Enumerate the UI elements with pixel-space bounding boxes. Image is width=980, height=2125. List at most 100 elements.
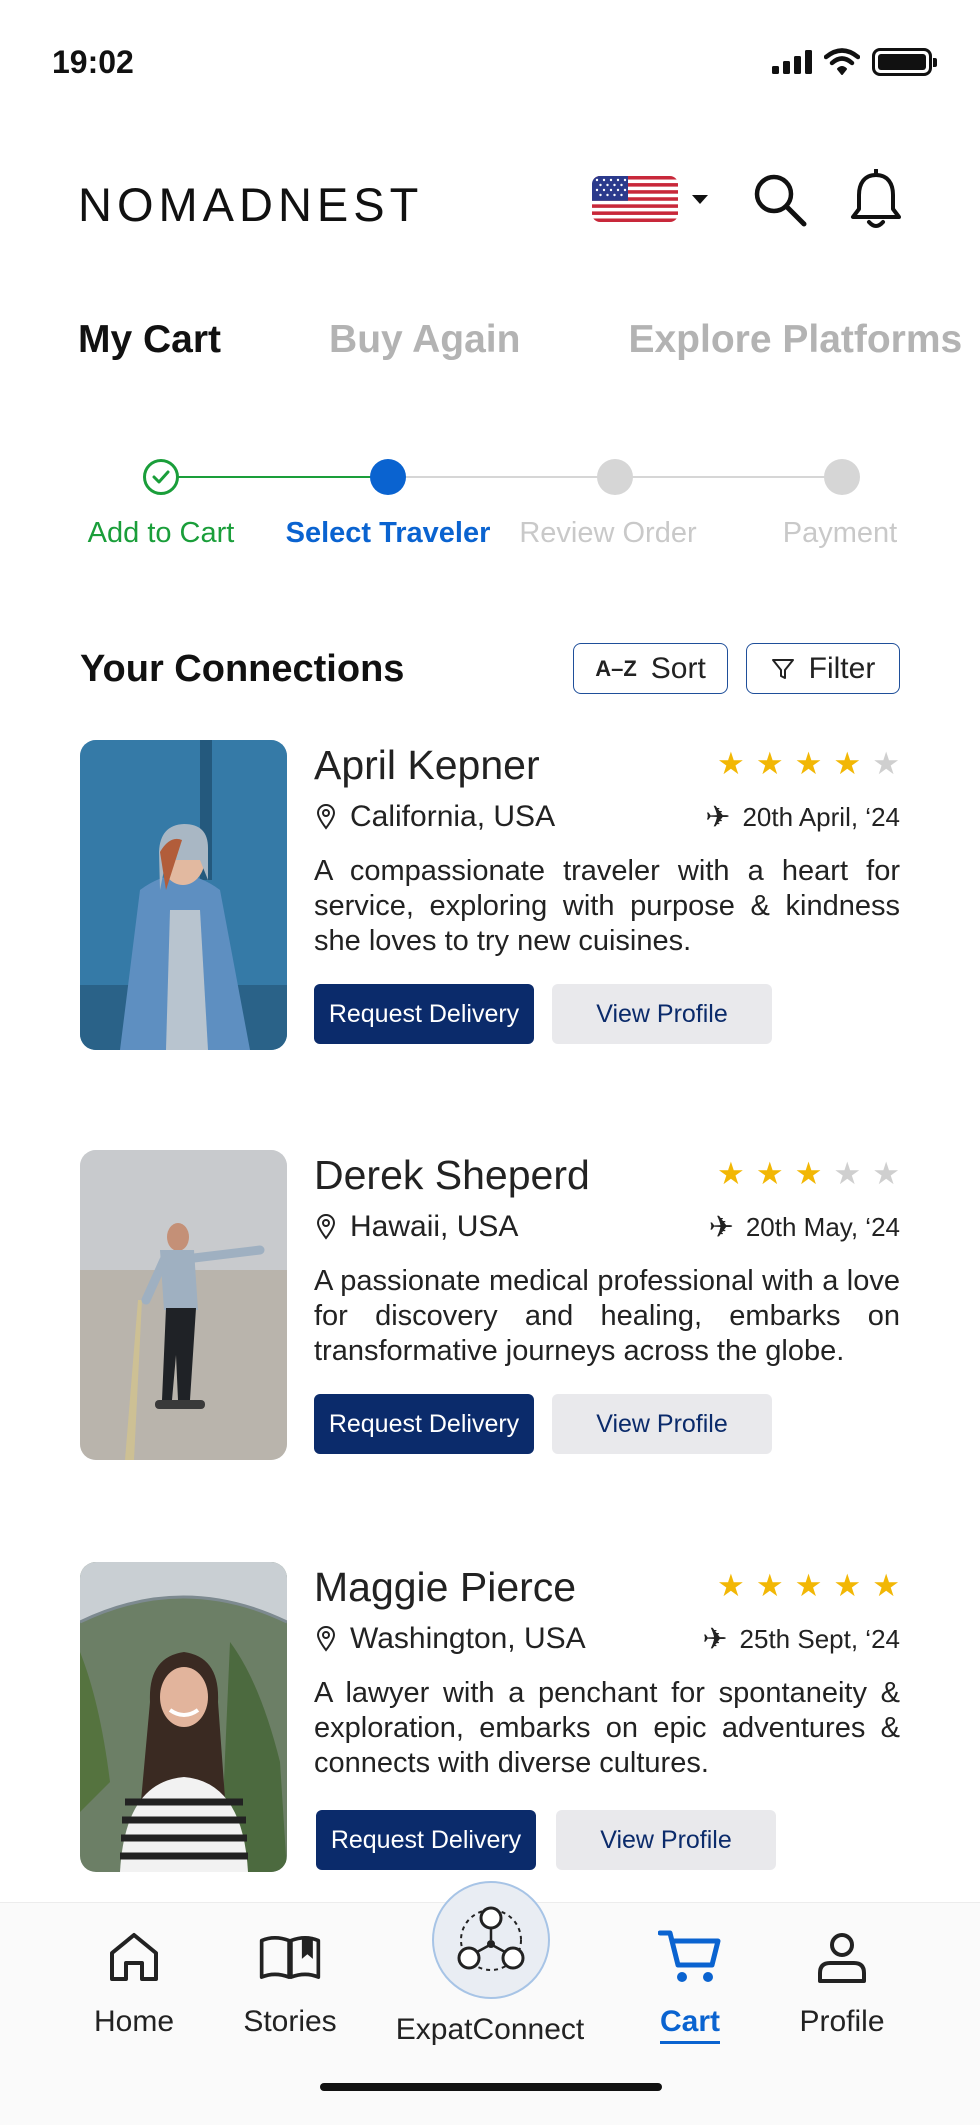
- tab-my-cart[interactable]: My Cart: [78, 318, 221, 372]
- nav-label-expatconnect[interactable]: ExpatConnect: [390, 2013, 590, 2047]
- view-profile-button[interactable]: View Profile: [552, 1394, 772, 1454]
- star-icon: ★: [872, 1156, 900, 1191]
- traveler-description: A lawyer with a penchant for spontaneity…: [314, 1677, 900, 1779]
- traveler-card: Derek Sheperd ★ ★ ★ ★ ★ Hawaii, USA ✈ 20…: [80, 1150, 900, 1460]
- step-label-select-traveler: Select Traveler: [285, 517, 491, 549]
- bottom-navigation: Home Stories ExpatConnect Cart Profile: [0, 1881, 980, 2125]
- star-icon: ★: [717, 1568, 745, 1603]
- traveler-location: Hawaii, USA: [316, 1210, 518, 1244]
- step-label-review-order: Review Order: [519, 517, 697, 549]
- cart-icon: [658, 1930, 721, 1982]
- travel-date: ✈ 25th Sept, ‘24: [702, 1624, 900, 1655]
- request-delivery-button[interactable]: Request Delivery: [316, 1810, 536, 1870]
- language-selector[interactable]: [592, 176, 708, 222]
- traveler-name: Derek Sheperd: [314, 1152, 590, 1198]
- location-text: Washington, USA: [350, 1622, 586, 1655]
- star-icon: ★: [794, 1156, 823, 1191]
- request-delivery-button[interactable]: Request Delivery: [314, 984, 534, 1044]
- filter-label: Filter: [808, 651, 876, 685]
- home-indicator: [320, 2083, 662, 2091]
- star-icon: ★: [755, 1156, 784, 1191]
- search-icon: [754, 174, 807, 227]
- nav-profile[interactable]: Profile: [757, 1925, 927, 2039]
- rating-stars: ★ ★ ★ ★ ★: [717, 748, 900, 779]
- star-icon: ★: [872, 1568, 900, 1603]
- search-button[interactable]: [748, 168, 812, 232]
- tab-explore-platforms[interactable]: Explore Platforms: [628, 318, 962, 372]
- traveler-description: A passionate medical professional with a…: [314, 1265, 900, 1367]
- nav-label: Cart: [659, 2005, 720, 2044]
- star-icon: ★: [833, 1156, 862, 1191]
- nav-label: Profile: [799, 2005, 885, 2038]
- bell-icon: [851, 169, 901, 228]
- wifi-icon: [824, 48, 860, 75]
- travel-date: ✈ 20th April, ‘24: [705, 802, 900, 833]
- traveler-photo[interactable]: [80, 740, 287, 1050]
- travel-date-text: 20th April, ‘24: [742, 802, 900, 832]
- nav-expatconnect[interactable]: [432, 1881, 550, 1999]
- network-icon: [457, 1906, 525, 1971]
- traveler-name: April Kepner: [314, 742, 540, 788]
- checkout-stepper: Add to Cart Select Traveler Review Order…: [0, 455, 980, 565]
- rating-stars: ★ ★ ★ ★ ★: [717, 1570, 900, 1601]
- home-icon: [110, 1933, 158, 1981]
- signal-icon: [772, 50, 812, 74]
- battery-icon: [872, 48, 937, 76]
- star-icon: ★: [872, 746, 900, 781]
- traveler-card: April Kepner ★ ★ ★ ★ ★ California, USA ✈…: [80, 740, 900, 1050]
- status-bar: 19:02: [0, 0, 980, 110]
- section-title: Your Connections: [80, 648, 405, 690]
- star-icon: ★: [794, 746, 823, 781]
- nav-label: Stories: [243, 2005, 337, 2038]
- nav-home[interactable]: Home: [49, 1925, 219, 2039]
- step-connector-done: [160, 476, 388, 478]
- step-add-to-cart-check-icon: [143, 459, 179, 495]
- location-text: California, USA: [350, 800, 556, 833]
- rating-stars: ★ ★ ★ ★ ★: [717, 1158, 900, 1189]
- status-icons: [772, 48, 937, 76]
- nav-cart[interactable]: Cart: [605, 1925, 775, 2044]
- travel-date-text: 20th May, ‘24: [745, 1212, 900, 1242]
- traveler-description: A compassionate traveler with a heart fo…: [314, 855, 900, 957]
- star-icon: ★: [717, 1156, 745, 1191]
- traveler-photo[interactable]: [80, 1150, 287, 1460]
- filter-icon: [771, 658, 794, 679]
- step-label-payment: Payment: [782, 517, 898, 549]
- step-review-order-dot: [597, 459, 633, 495]
- notifications-button[interactable]: [844, 168, 908, 232]
- star-icon: ★: [755, 746, 784, 781]
- traveler-photo[interactable]: [80, 1562, 287, 1872]
- airplane-icon: ✈: [708, 1210, 734, 1244]
- step-select-traveler-dot: [370, 459, 406, 495]
- user-icon: [818, 1933, 866, 1983]
- star-icon: ★: [833, 746, 862, 781]
- star-icon: ★: [717, 746, 745, 781]
- nav-stories[interactable]: Stories: [205, 1925, 375, 2039]
- travel-date-text: 25th Sept, ‘24: [739, 1624, 900, 1654]
- filter-button[interactable]: Filter: [746, 643, 900, 694]
- location-pin-icon: [316, 1214, 336, 1240]
- star-icon: ★: [833, 1568, 862, 1603]
- step-label-add-to-cart: Add to Cart: [87, 517, 235, 549]
- sort-label: Sort: [650, 651, 706, 685]
- traveler-location: Washington, USA: [316, 1622, 586, 1656]
- app-header: NOMADNEST: [0, 160, 980, 250]
- location-pin-icon: [316, 804, 336, 830]
- chevron-down-icon: [692, 194, 708, 204]
- traveler-card: Maggie Pierce ★ ★ ★ ★ ★ Washington, USA …: [80, 1562, 900, 1872]
- status-time: 19:02: [52, 44, 134, 80]
- request-delivery-button[interactable]: Request Delivery: [314, 1394, 534, 1454]
- star-icon: ★: [794, 1568, 823, 1603]
- app-logo: NOMADNEST: [78, 178, 424, 231]
- location-pin-icon: [316, 1626, 336, 1652]
- sort-button[interactable]: A–Z Sort: [573, 643, 728, 694]
- nav-label: Home: [93, 2005, 175, 2038]
- tab-buy-again[interactable]: Buy Again: [329, 318, 520, 372]
- location-text: Hawaii, USA: [350, 1210, 519, 1243]
- cart-tabs: My Cart Buy Again Explore Platforms: [78, 318, 980, 372]
- view-profile-button[interactable]: View Profile: [552, 984, 772, 1044]
- step-payment-dot: [824, 459, 860, 495]
- travel-date: ✈ 20th May, ‘24: [709, 1212, 900, 1243]
- sort-az-icon: A–Z: [595, 655, 637, 681]
- view-profile-button[interactable]: View Profile: [556, 1810, 776, 1870]
